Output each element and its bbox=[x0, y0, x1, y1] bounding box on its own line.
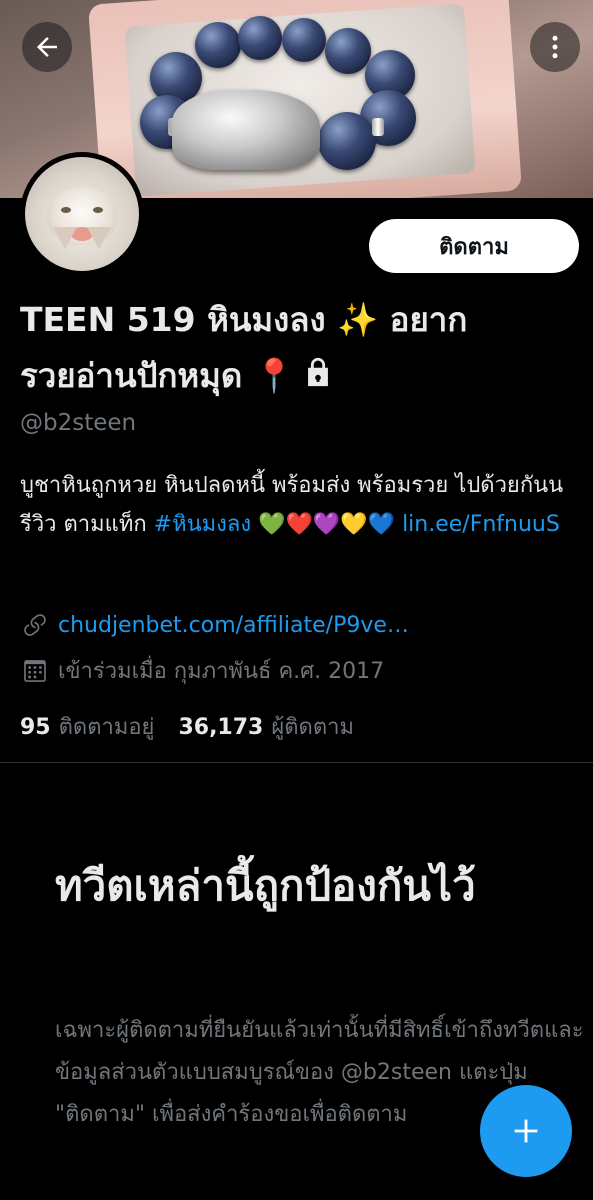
divider bbox=[0, 762, 593, 763]
arrow-left-icon bbox=[37, 37, 57, 57]
display-name-line-2: รวยอ่านปักหมุด 📍 bbox=[20, 356, 295, 395]
website-row: chudjenbet.com/affiliate/P9ve… bbox=[20, 610, 409, 640]
banner-bead bbox=[282, 18, 326, 62]
banner-bead bbox=[318, 112, 376, 170]
calendar-icon bbox=[20, 656, 50, 686]
banner-silver-charm bbox=[172, 90, 320, 170]
display-name-line-1: TEEN 519 หินมงลง ✨ อยาก bbox=[20, 300, 468, 339]
avatar-cat-ear bbox=[87, 227, 111, 249]
protected-title: ทวีตเหล่านี้ถูกป้องกันไว้ bbox=[55, 861, 476, 910]
banner-bead bbox=[195, 22, 241, 68]
more-options-button[interactable] bbox=[530, 22, 580, 72]
followers-stat[interactable]: 36,173 ผู้ติดตาม bbox=[178, 709, 354, 744]
avatar-cat-eye bbox=[93, 207, 103, 213]
display-name: TEEN 519 หินมงลง ✨ อยาก รวยอ่านปักหมุด 📍 bbox=[20, 292, 580, 406]
following-stat[interactable]: 95 ติดตามอยู่ bbox=[20, 709, 154, 744]
banner-spacer bbox=[372, 118, 384, 136]
website-link[interactable]: chudjenbet.com/affiliate/P9ve… bbox=[58, 613, 409, 638]
back-button[interactable] bbox=[22, 22, 72, 72]
bio-hashtag-link[interactable]: #หินมงลง bbox=[154, 512, 251, 537]
avatar-image bbox=[25, 157, 139, 271]
avatar-cat-eye bbox=[61, 207, 71, 213]
following-label: ติดตามอยู่ bbox=[58, 715, 155, 740]
display-name-line-2-row: รวยอ่านปักหมุด 📍 bbox=[20, 348, 580, 406]
profile-handle: @b2steen bbox=[20, 410, 137, 436]
avatar-cat-ear bbox=[53, 227, 77, 249]
bio-link[interactable]: lin.ee/FnfnuuS bbox=[402, 512, 560, 537]
avatar[interactable] bbox=[20, 152, 144, 276]
followers-count: 36,173 bbox=[178, 715, 264, 740]
joined-date: เข้าร่วมเมื่อ กุมภาพันธ์ ค.ศ. 2017 bbox=[58, 659, 385, 684]
followers-label: ผู้ติดตาม bbox=[271, 715, 354, 740]
joined-row: เข้าร่วมเมื่อ กุมภาพันธ์ ค.ศ. 2017 bbox=[20, 653, 384, 688]
bio-emojis: 💚❤️💜💛💙 bbox=[251, 512, 403, 537]
lock-icon bbox=[301, 350, 335, 406]
follow-button[interactable]: ติดตาม bbox=[369, 219, 579, 273]
following-count: 95 bbox=[20, 715, 51, 740]
profile-bio: บูชาหินถูกหวย หินปลดหนี้ พร้อมส่ง พร้อมร… bbox=[20, 466, 580, 544]
banner-bead bbox=[238, 16, 282, 60]
compose-tweet-button[interactable] bbox=[480, 1085, 572, 1177]
link-icon bbox=[20, 610, 50, 640]
more-vertical-icon bbox=[552, 35, 558, 59]
follow-stats: 95 ติดตามอยู่ 36,173 ผู้ติดตาม bbox=[20, 709, 354, 744]
plus-icon bbox=[514, 1119, 538, 1143]
banner-bead bbox=[325, 28, 371, 74]
